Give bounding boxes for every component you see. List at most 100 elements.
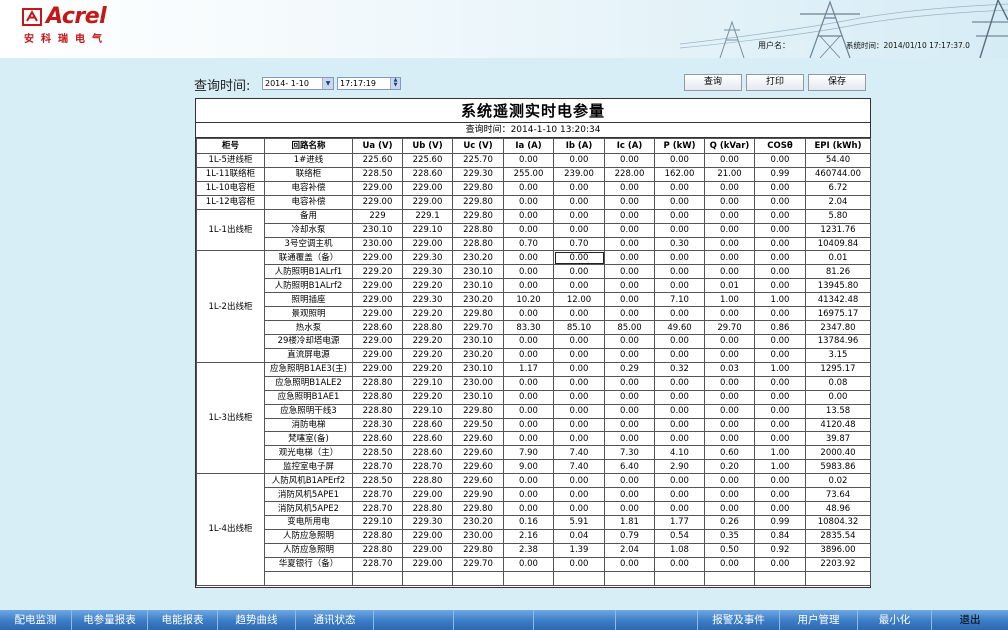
value-cell: 229.50 [452,417,504,433]
table-row: 1L-12电容柜 电容补偿 229.00 229.00 229.80 0.00 0.00 0.… [196,194,871,210]
value-cell: 229.00 [352,180,403,196]
value-cell: 0.00 [704,153,755,168]
value-cell: 229.00 [402,542,453,558]
value-cell: 0.00 [654,194,705,210]
value-cell: 0.00 [654,278,705,294]
menu-exit[interactable]: 退出 [932,610,1008,630]
value-cell: 7.40 [553,459,605,475]
value-cell: 0.00 [704,403,755,419]
date-picker[interactable]: 2014- 1-10 ▼ [262,77,334,90]
menu-comm-status[interactable]: 通讯状态 [296,610,374,630]
value-cell: 2.16 [503,528,554,544]
value-cell: 2835.54 [805,528,871,544]
value-cell: 229.00 [352,306,403,322]
circuit-name-cell: 梵噻室(备) [264,431,353,447]
value-cell: 228.60 [402,431,453,447]
value-cell: 0.00 [704,208,755,224]
value-cell: 0.00 [754,487,806,503]
menu-alarm-events[interactable]: 报警及事件 [698,610,780,630]
value-cell: 0.99 [754,514,806,530]
value-cell: 0.00 [704,264,755,280]
report-panel: 系统遥测实时电参量 查询时间：2014-1-10 13:20:34 柜号 回路名称… [195,98,871,588]
query-button[interactable]: 查询 [684,74,742,91]
column-header: COSθ [754,138,806,154]
cabinet-cell: 1L-1出线柜 [196,208,265,252]
value-cell: 0.00 [503,194,554,210]
value-cell: 16975.17 [805,306,871,322]
value-cell: 225.70 [452,153,504,168]
value-cell: 0.00 [553,556,605,572]
value-cell: 0.00 [754,180,806,196]
logo-subtitle: 安科瑞电气 [24,34,109,45]
menu-param-report[interactable]: 电参量报表 [72,610,148,630]
value-cell: 230.10 [452,264,504,280]
circuit-name-cell: 人防应急照明 [264,542,353,558]
value-cell: 0.00 [654,473,705,489]
menu-power-monitor[interactable]: 配电监测 [0,610,72,630]
value-cell: 0.00 [654,347,705,363]
value-cell: 2.04 [604,542,655,558]
value-cell: 0.00 [604,333,655,349]
value-cell: 0.00 [654,487,705,503]
menu-minimize[interactable]: 最小化 [858,610,932,630]
value-cell: 85.10 [553,320,605,335]
table-row: 景观照明 229.00 229.20 229.80 0.00 0.00 0.00 0.00 0.… [197,306,871,322]
circuit-name-cell: 电容补偿 [264,194,353,210]
value-cell: 0.54 [654,528,705,544]
value-cell: 230.20 [452,292,504,308]
value-cell: 73.64 [805,487,871,503]
value-cell: 0.00 [553,375,605,391]
value-cell: 230.10 [452,361,504,377]
value-cell: 1295.17 [805,361,871,377]
table-row: 华夏银行（备） 228.70 229.00 229.70 0.00 0.00 0.00 0.0… [197,556,871,572]
value-cell: 229.60 [452,445,504,461]
value-cell: 0.00 [553,347,605,363]
value-cell: 1.39 [553,542,605,558]
menu-trend-curve[interactable]: 趋势曲线 [218,610,296,630]
table-row: 29楼冷却塔电源 229.00 229.20 230.10 0.00 0.00 0.00 0.… [197,333,871,349]
table-row: 应急照明B1AE1 228.80 229.20 230.10 0.00 0.00 0.00 0… [197,389,871,405]
value-cell: 228.30 [352,417,403,433]
value-cell: 2000.40 [805,445,871,461]
value-cell: 229.60 [452,459,504,475]
value-cell: 0.00 [654,431,705,447]
value-cell: 0.00 [553,250,605,266]
value-cell: 4120.48 [805,417,871,433]
value-cell: 0.00 [754,153,806,168]
value-cell: 1231.76 [805,222,871,238]
save-button[interactable]: 保存 [808,74,866,91]
value-cell: 6.40 [604,459,655,475]
chevron-down-icon[interactable]: ▼ [322,78,333,89]
value-cell: 0.00 [654,222,705,238]
value-cell: 0.00 [503,333,554,349]
menu-user-manage[interactable]: 用户管理 [780,610,858,630]
table-row: 变电所用电 229.10 229.30 230.20 0.16 5.91 1.81 1.77 0… [197,514,871,530]
value-cell: 0.00 [704,417,755,433]
value-cell: 0.00 [553,417,605,433]
circuit-name-cell: 人防照明B1ALrf2 [264,278,353,294]
value-cell: 0.00 [604,473,655,489]
value-cell: 0.70 [503,236,554,252]
value-cell: 0.00 [503,222,554,238]
time-picker[interactable]: 17:17:19 ▲ ▼ [337,77,401,90]
value-cell: 229.00 [402,528,453,544]
value-cell: 0.00 [503,473,554,489]
value-cell: 0.00 [604,306,655,322]
value-cell: 0.00 [604,556,655,572]
empty-cell [754,570,806,586]
value-cell: 228.80 [402,473,453,489]
empty-cell [704,570,755,586]
print-button[interactable]: 打印 [746,74,804,91]
value-cell: 5.80 [805,208,871,224]
value-cell: 0.79 [604,528,655,544]
circuit-name-cell: 直流屏电源 [264,347,353,363]
menu-energy-report[interactable]: 电能报表 [148,610,218,630]
value-cell: 229.80 [452,501,504,516]
value-cell: 0.00 [754,389,806,405]
table-row: 应急照明B1ALE2 228.80 229.10 230.00 0.00 0.00 0.00… [197,375,871,391]
spinner-icon[interactable]: ▲ ▼ [390,78,400,89]
value-cell: 229.30 [452,166,504,182]
value-cell: 29.70 [704,320,755,335]
value-cell: 229.80 [452,306,504,322]
value-cell: 229.00 [352,361,403,377]
